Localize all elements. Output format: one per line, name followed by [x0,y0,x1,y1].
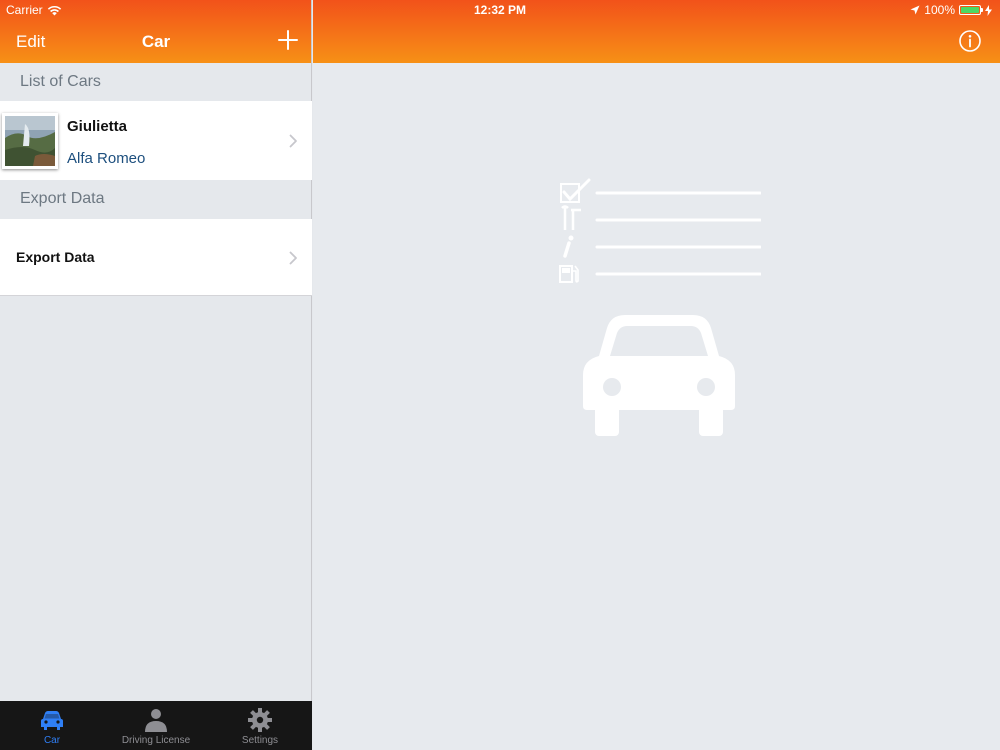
tab-label: Settings [241,735,279,746]
edit-button[interactable]: Edit [16,32,45,52]
info-icon [563,235,574,258]
car-make: Alfa Romeo [67,150,146,167]
clock: 12:32 PM [473,3,527,17]
car-list-item[interactable]: Giulietta Alfa Romeo [0,101,312,180]
car-name: Giulietta [67,118,128,135]
tab-label: Car [43,735,61,746]
info-circle-icon[interactable] [958,29,982,53]
tab-car[interactable]: Car [0,701,104,750]
section-header-export: Export Data [20,190,105,207]
charging-bolt-icon [985,4,992,16]
master-pane: Edit Car List of Cars Giulietta Alfa Rom… [0,0,312,750]
nav-title: Car [141,32,171,51]
status-right: 100% [910,3,992,17]
tab-settings[interactable]: Settings [208,701,312,750]
section-header-cars: List of Cars [20,73,101,90]
tab-driving-license[interactable]: Driving License [104,701,208,750]
checkbox-check-icon [560,178,591,203]
tab-bar: Car Driving License Settings [0,701,312,750]
chevron-right-icon [289,251,297,265]
car-icon [41,711,63,730]
detail-pane [313,0,1000,750]
tab-label: Driving License [121,735,191,746]
location-arrow-icon [910,5,920,15]
battery-icon [959,5,983,15]
landscape-photo-icon [5,116,55,166]
fuel-pump-icon [559,265,579,283]
status-bar: Carrier 12:32 PM 100% [0,0,1000,20]
tools-icon [561,205,581,230]
export-data-item[interactable]: Export Data [0,219,312,296]
car-thumbnail [2,113,58,169]
person-icon [145,709,167,732]
empty-state-illustration [559,178,761,436]
gear-icon [248,708,272,732]
export-data-label: Export Data [16,249,95,265]
chevron-right-icon [289,134,297,148]
car-front-icon [583,315,735,436]
plus-icon[interactable] [276,28,300,52]
battery-percent: 100% [924,3,955,17]
